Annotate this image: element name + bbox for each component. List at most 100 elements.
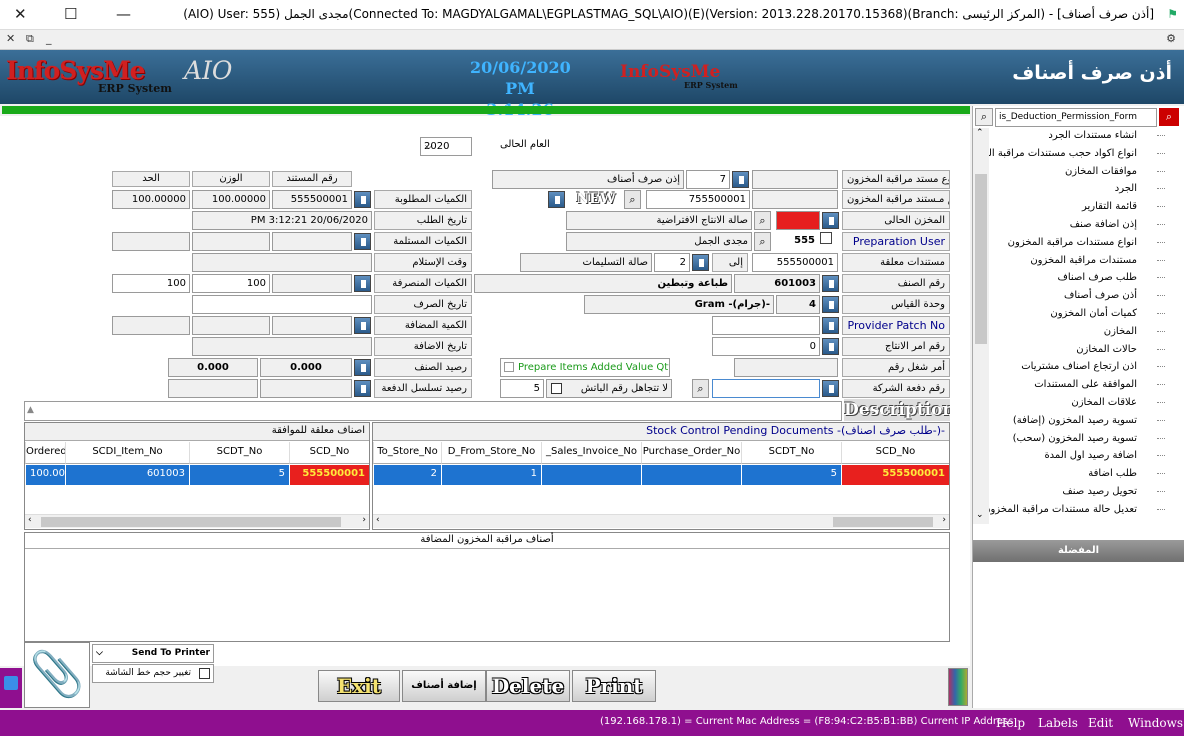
item-balance-button[interactable] <box>354 359 371 376</box>
sidebar-tree-item[interactable]: اضافة رصيد اول المدة <box>1044 450 1137 461</box>
year-select[interactable]: 2020 ⌵ <box>420 137 472 156</box>
mdi-minimize-icon[interactable]: _ <box>46 32 52 45</box>
provider-patch-button[interactable] <box>822 317 839 334</box>
scroll-thumb[interactable] <box>975 174 987 344</box>
new-button[interactable]: NEW <box>572 191 620 209</box>
help-menu[interactable]: Help <box>996 716 1025 730</box>
font-resize-checkbox[interactable]: تغيير حجم خط الشاشة <box>92 664 214 683</box>
grid-cell[interactable] <box>541 465 641 485</box>
doc-type-button[interactable] <box>732 171 749 188</box>
sidebar-tree-item[interactable]: انواع مستندات مراقبة المخزون <box>1008 237 1137 248</box>
scroll-left-icon[interactable]: ‹ <box>28 515 32 525</box>
maximize-icon[interactable]: ☐ <box>64 4 77 24</box>
ignore-batch-field[interactable]: 5 <box>500 379 544 398</box>
sidebar-tree-item[interactable]: كميات أمان المخزون <box>1050 308 1137 319</box>
uom-code[interactable]: 4 <box>776 295 820 314</box>
prod-order-field[interactable]: 0 <box>712 337 820 356</box>
col-header[interactable]: D_From_Store_No <box>441 442 541 464</box>
scroll-thumb[interactable] <box>41 517 341 527</box>
mdi-close-icon[interactable]: ✕ <box>6 32 15 45</box>
item-no-field[interactable]: 601003 <box>734 274 820 293</box>
sidebar-search-input[interactable]: is_Deduction_Permission_Form <box>995 108 1157 127</box>
scroll-thumb[interactable] <box>833 517 933 527</box>
grid-cell[interactable] <box>641 465 741 485</box>
sidebar-search-button[interactable]: ⌕ <box>1159 108 1179 126</box>
horizontal-scrollbar[interactable]: ‹ › <box>25 514 369 528</box>
books-icon[interactable] <box>948 668 968 706</box>
work-order-field[interactable] <box>734 358 838 377</box>
prep-user-code[interactable]: 555 <box>776 232 818 251</box>
to-store-button[interactable] <box>692 254 709 271</box>
req-qty-button[interactable] <box>354 191 371 208</box>
grid-cell[interactable]: 5 <box>741 465 841 485</box>
edit-menu[interactable]: Edit <box>1088 716 1113 730</box>
scroll-up-icon[interactable]: ▲ <box>27 402 34 419</box>
labels-menu[interactable]: Labels <box>1038 716 1078 730</box>
sidebar-tree-item[interactable]: الموافقة على المستندات <box>1034 379 1137 390</box>
col-header[interactable]: SCD_No <box>841 442 949 464</box>
company-batch-button[interactable] <box>822 380 839 397</box>
windows-menu[interactable]: Windows <box>1128 716 1183 730</box>
grid-cell[interactable]: 555500001 <box>841 465 949 485</box>
grid-cell[interactable]: 601003 <box>65 465 189 485</box>
favorites-header[interactable]: المفضلة <box>973 540 1184 562</box>
sidebar-tree-item[interactable]: انشاء مستندات الجرد <box>1048 130 1137 141</box>
batch-balance-button[interactable] <box>354 380 371 397</box>
prepare-vat-checkbox[interactable]: Prepare Items Added Value Qty <box>500 358 670 377</box>
doc-no-field[interactable]: 755500001 <box>646 190 750 209</box>
search-icon[interactable]: ⌕ <box>624 190 641 209</box>
sidebar-tree-item[interactable]: الجرد <box>1115 183 1137 194</box>
prep-user-search-icon[interactable]: ⌕ <box>754 232 771 251</box>
col-header[interactable]: _Sales_Invoice_No <box>541 442 641 464</box>
scroll-down-icon[interactable]: ⌄ <box>976 510 984 520</box>
store-code[interactable] <box>776 211 820 230</box>
sidebar-tree-item[interactable]: حالات المخازن <box>1076 344 1137 355</box>
ignore-batch-checkbox[interactable]: لا تتجاهل رقم الباتش <box>546 379 672 398</box>
grid-cell[interactable]: 1 <box>441 465 541 485</box>
sidebar-tree-item[interactable]: اذن ارتجاع اصناف مشتريات <box>1021 361 1137 372</box>
uom-button[interactable] <box>822 296 839 313</box>
new-doc-button[interactable] <box>548 191 565 208</box>
pending-docs-field[interactable]: 555500001 <box>752 253 838 272</box>
added-qty-button[interactable] <box>354 317 371 334</box>
sidebar-tree-item[interactable]: إذن اضافة صنف <box>1070 219 1137 230</box>
grid-cell[interactable]: 5 <box>189 465 289 485</box>
prep-user-checkbox[interactable] <box>820 232 832 244</box>
prod-order-button[interactable] <box>822 338 839 355</box>
attachment-paperclip-icon[interactable]: 📎 <box>24 642 90 708</box>
print-button[interactable]: Print <box>572 670 656 702</box>
received-qty-button[interactable] <box>354 233 371 250</box>
issued-weight-field[interactable]: 100 <box>192 274 270 293</box>
sidebar-tree-item[interactable]: مستندات مراقبة المخزون <box>1030 255 1137 266</box>
grid-cell[interactable]: 100.00000 <box>25 465 65 485</box>
sidebar-tree-item[interactable]: انواع اكواد حجب مستندات مراقبة المخزو <box>973 148 1137 159</box>
sidebar-tree-item[interactable]: تعديل حالة مستندات مراقبة المخزون <box>983 504 1137 515</box>
store-search-icon[interactable]: ⌕ <box>754 211 771 230</box>
scroll-up-icon[interactable]: ⌃ <box>976 128 984 138</box>
col-header[interactable]: Purchase_Order_No <box>641 442 741 464</box>
col-header[interactable]: SCD_No <box>289 442 369 464</box>
col-header[interactable]: To_Store_No <box>373 442 441 464</box>
sidebar-tree-item[interactable]: موافقات المخازن <box>1065 166 1137 177</box>
horizontal-scrollbar[interactable]: ‹ › <box>373 514 949 528</box>
issued-limit-field[interactable]: 100 <box>112 274 190 293</box>
sidebar-tree-item[interactable]: أذن صرف أصناف <box>1064 290 1137 301</box>
sidebar-tree-item[interactable]: طلب صرف اصناف <box>1057 272 1137 283</box>
add-items-button[interactable]: إضافة أصناف <box>402 670 486 702</box>
sidebar-tree-item[interactable]: المخازن <box>1104 326 1137 337</box>
col-header[interactable]: Ordered <box>25 442 65 464</box>
issue-date-field[interactable] <box>192 295 372 314</box>
sidebar-tree-item[interactable]: علاقات المخازن <box>1071 397 1137 408</box>
company-batch-field[interactable] <box>712 379 820 398</box>
close-icon[interactable]: ✕ <box>14 4 27 24</box>
minimize-icon[interactable]: — <box>116 4 131 24</box>
send-printer-select[interactable]: ⌵ Send To Printer <box>92 644 214 663</box>
col-header[interactable]: SCDT_No <box>189 442 289 464</box>
scroll-left-icon[interactable]: ‹ <box>376 515 380 525</box>
sidebar-tree-item[interactable]: تسوية رصيد المخزون (إضافة) <box>1013 415 1137 426</box>
col-header[interactable]: SCDI_Item_No <box>65 442 189 464</box>
description-field[interactable]: ▲ <box>24 401 842 421</box>
exit-button[interactable]: Exit <box>318 670 400 702</box>
mdi-restore-icon[interactable]: ⧉ <box>26 32 34 46</box>
sidebar-tree-item[interactable]: تحويل رصيد صنف <box>1062 486 1137 497</box>
